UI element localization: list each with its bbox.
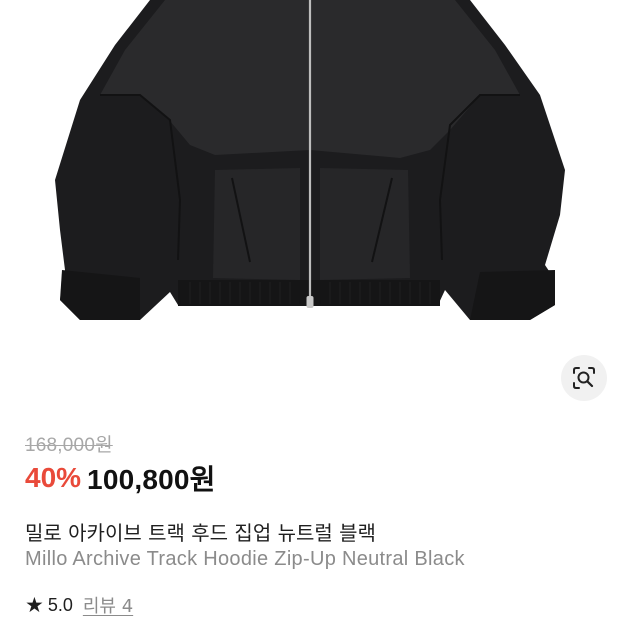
product-name-korean: 밀로 아카이브 트랙 후드 집업 뉴트럴 블랙	[25, 521, 376, 545]
product-name-english: Millo Archive Track Hoodie Zip-Up Neutra…	[25, 548, 465, 570]
reviews-link[interactable]: 리뷰 4	[83, 592, 133, 618]
image-search-button[interactable]	[561, 355, 607, 401]
star-icon: ★	[25, 593, 44, 617]
rating-row: ★ 5.0 리뷰 4	[25, 592, 133, 618]
jacket-illustration	[55, 0, 565, 320]
sale-price: 100,800원	[87, 464, 216, 495]
image-search-icon	[573, 367, 595, 389]
price-row: 40% 100,800원	[25, 458, 216, 498]
product-image[interactable]	[0, 0, 620, 345]
rating-value: 5.0	[47, 594, 73, 615]
reviews-label: 리뷰 4	[82, 596, 134, 617]
discount-rate: 40%	[25, 462, 82, 493]
original-price: 168,000원	[25, 435, 113, 456]
